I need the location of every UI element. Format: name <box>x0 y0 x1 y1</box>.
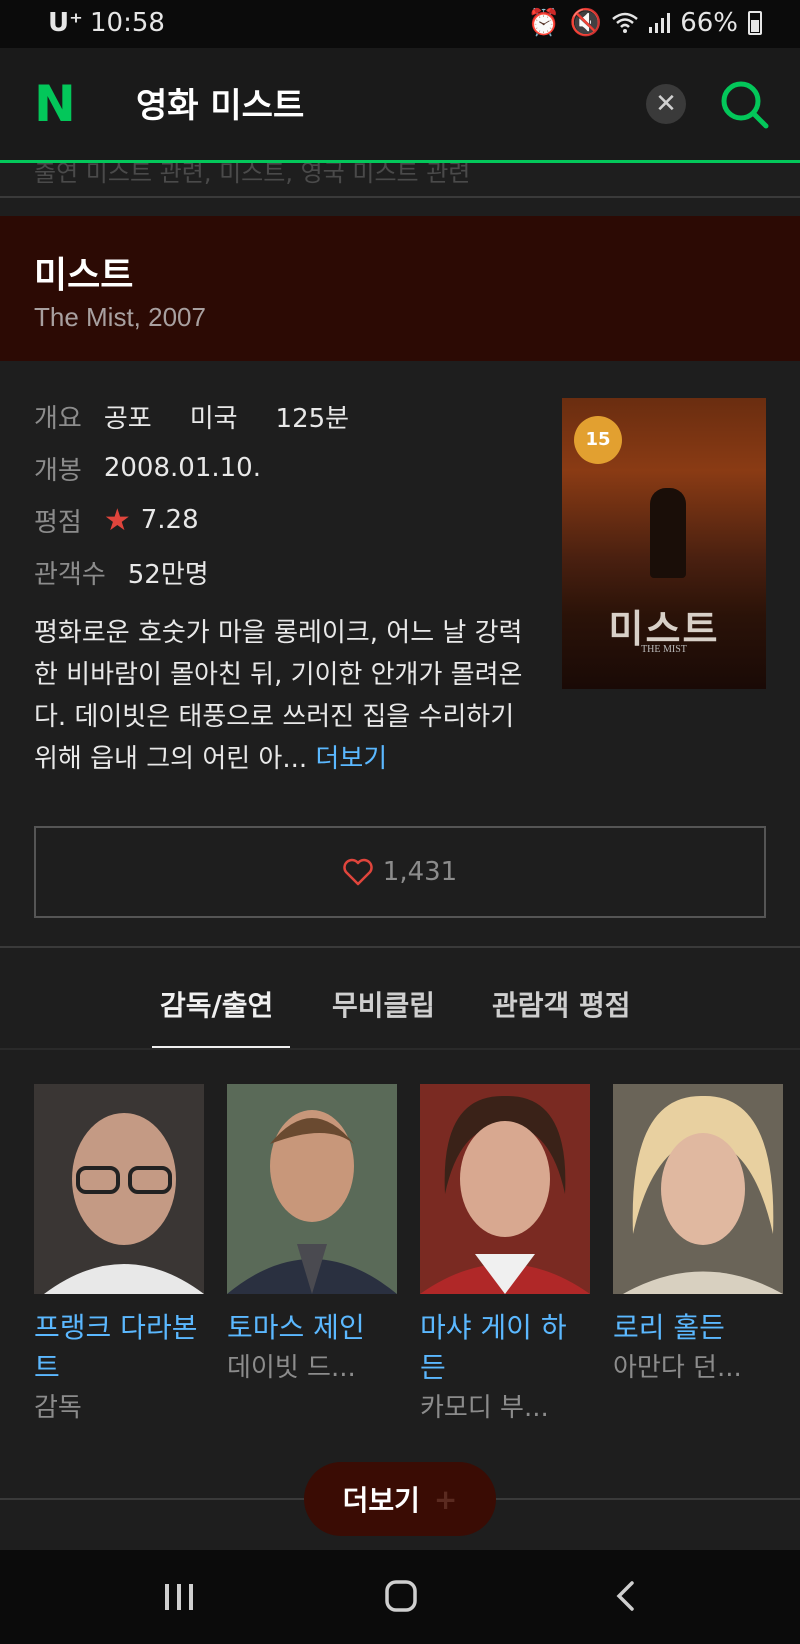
search-header: N 영화 미스트 ✕ <box>0 48 800 160</box>
cast-role: 감독 <box>34 1393 82 1423</box>
divider <box>0 196 800 198</box>
status-bar: U⁺ 10:58 ⏰ 🔇 66% <box>0 0 800 48</box>
alarm-icon: ⏰ <box>527 8 560 38</box>
overview-row: 개요 공포 미국 125분 <box>34 390 544 442</box>
mute-icon: 🔇 <box>569 8 603 38</box>
movie-info: 개요 공포 미국 125분 개봉 2008.01.10. 평점 ★ 7.28 관… <box>34 390 544 780</box>
star-icon: ★ <box>103 502 131 538</box>
more-cast-button[interactable]: 더보기 + <box>304 1462 496 1536</box>
poster-figure <box>650 488 686 578</box>
audience-row: 관객수 52만명 <box>34 546 544 598</box>
movie-poster[interactable]: 15 미스트 THE MIST <box>562 398 766 689</box>
synopsis-more-link[interactable]: 더보기 <box>315 744 387 774</box>
battery-percent: 66% <box>680 8 738 38</box>
release-label: 개봉 <box>34 455 82 486</box>
back-button[interactable] <box>614 1580 638 1612</box>
movie-subtitle: The Mist, 2007 <box>34 302 206 332</box>
signal-icon <box>649 13 671 33</box>
audience-label: 관객수 <box>34 559 106 590</box>
carrier-label: U⁺ <box>48 8 83 38</box>
tab-bar: 감독/출연 무비클립 관람객 평점 <box>0 956 800 1050</box>
audience-count: 52만명 <box>127 559 209 590</box>
recent-apps-button[interactable] <box>162 1582 196 1612</box>
cast-photo[interactable] <box>420 1084 590 1294</box>
cast-role: 아만다 던... <box>613 1353 742 1383</box>
rating-value: 7.28 <box>140 505 199 535</box>
like-button[interactable]: 1,431 <box>34 826 766 918</box>
clock: 10:58 <box>90 8 165 38</box>
cast-name[interactable]: 프랭크 다라본트 <box>34 1308 204 1388</box>
cast-name[interactable]: 마샤 게이 하든 <box>420 1308 590 1388</box>
system-nav-bar <box>0 1550 800 1644</box>
battery-icon <box>748 11 762 35</box>
clear-search-button[interactable]: ✕ <box>646 84 686 124</box>
cast-name[interactable]: 토마스 제인 <box>227 1308 397 1348</box>
plus-icon: + <box>433 1482 458 1516</box>
more-button-label: 더보기 <box>342 1484 420 1517</box>
cast-role: 데이빗 드... <box>227 1353 356 1383</box>
cast-card[interactable]: 프랭크 다라본트 감독 <box>34 1084 204 1428</box>
cast-photo[interactable] <box>613 1084 783 1294</box>
tab-audience-rating[interactable]: 관람객 평점 <box>492 984 631 1024</box>
runtime: 125분 <box>275 403 350 434</box>
cast-name[interactable]: 로리 홀든 <box>613 1308 783 1348</box>
overview-label: 개요 <box>34 403 82 434</box>
cast-role: 카모디 부... <box>420 1393 549 1423</box>
age-rating-badge: 15 <box>574 416 622 464</box>
cast-card[interactable]: 마샤 게이 하든 카모디 부... <box>420 1084 590 1428</box>
rating-row: 평점 ★ 7.28 <box>34 494 544 546</box>
cast-card[interactable]: 토마스 제인 데이빗 드... <box>227 1084 397 1388</box>
release-row: 개봉 2008.01.10. <box>34 442 544 494</box>
collapsed-row-text: 출연 미스트 관련, 미스트, 영국 미스트 관련 <box>34 163 471 187</box>
synopsis-text: 평화로운 호숫가 마을 롱레이크, 어느 날 강력한 비바람이 몰아친 뒤, 기… <box>34 618 523 774</box>
movie-title-block: 미스트 The Mist, 2007 <box>0 216 800 361</box>
country: 미국 <box>189 403 238 434</box>
like-count: 1,431 <box>382 857 458 887</box>
home-button[interactable] <box>384 1578 418 1614</box>
synopsis: 평화로운 호숫가 마을 롱레이크, 어느 날 강력한 비바람이 몰아친 뒤, 기… <box>34 612 544 780</box>
naver-logo[interactable]: N <box>34 79 82 129</box>
rating-label: 평점 <box>34 507 82 538</box>
search-icon[interactable] <box>718 78 770 130</box>
tab-movie-clips[interactable]: 무비클립 <box>332 984 435 1024</box>
cast-card[interactable]: 로리 홀든 아만다 던... <box>613 1084 783 1388</box>
tab-cast[interactable]: 감독/출연 <box>160 984 273 1024</box>
cast-photo[interactable] <box>227 1084 397 1294</box>
heart-icon <box>343 858 373 886</box>
status-icons: ⏰ 🔇 66% <box>527 8 762 38</box>
collapsed-row: 출연 미스트 관련, 미스트, 영국 미스트 관련 <box>0 163 800 198</box>
release-date: 2008.01.10. <box>103 453 261 483</box>
poster-subtitle: THE MIST <box>641 644 687 655</box>
cast-photo[interactable] <box>34 1084 204 1294</box>
divider <box>0 1048 800 1050</box>
genre: 공포 <box>103 403 152 434</box>
search-input[interactable]: 영화 미스트 <box>136 78 304 127</box>
divider <box>0 946 800 948</box>
movie-title[interactable]: 미스트 <box>34 246 133 298</box>
wifi-icon <box>612 12 639 33</box>
